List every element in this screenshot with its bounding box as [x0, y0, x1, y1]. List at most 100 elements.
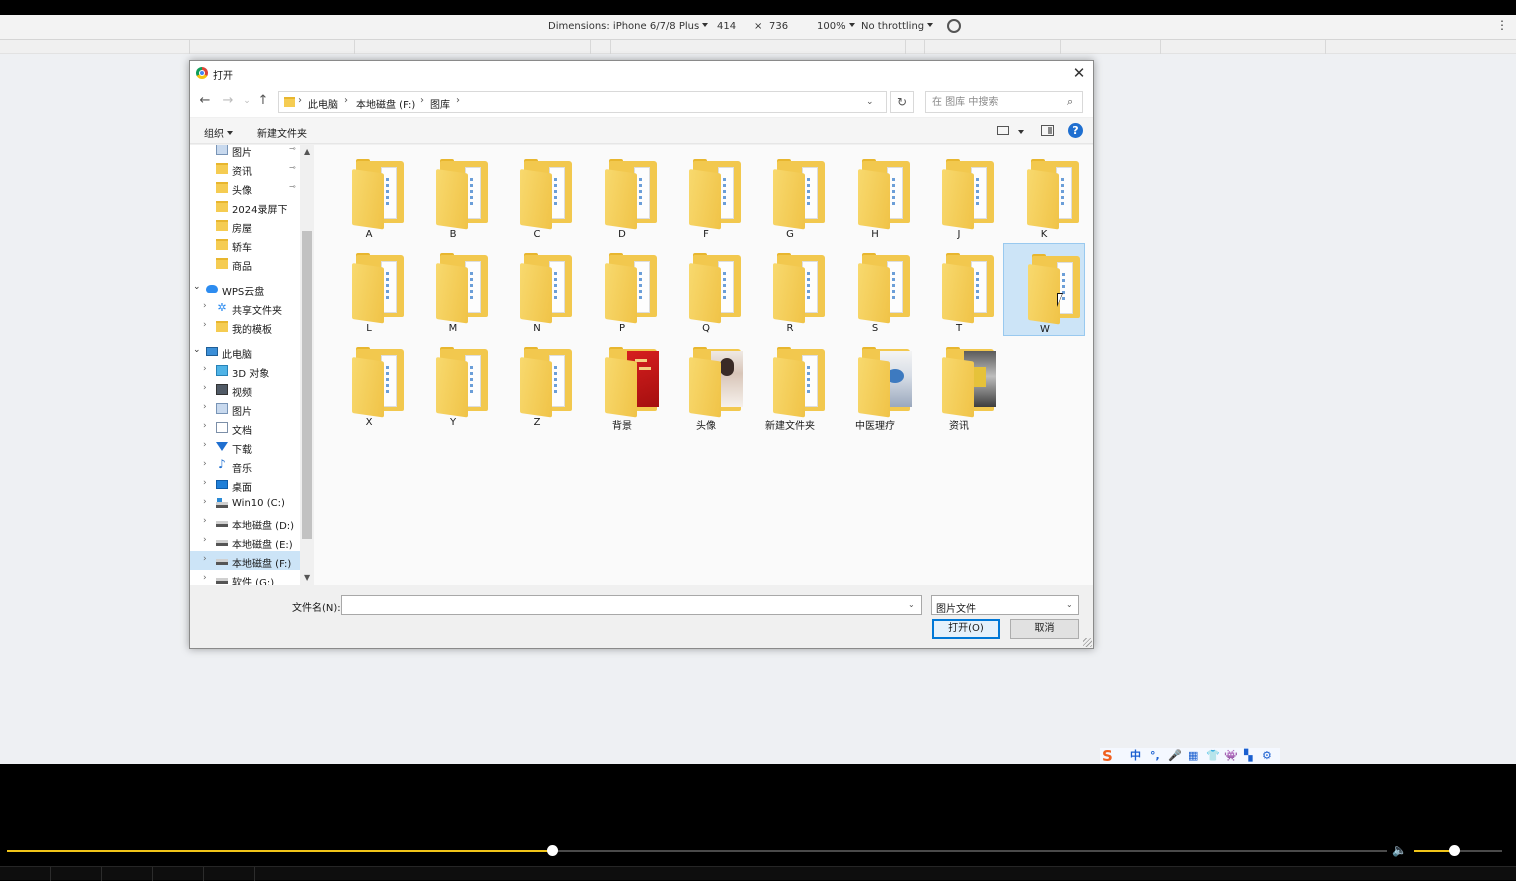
folder-item[interactable]: T [918, 243, 1000, 336]
nav-item[interactable]: › 下载 [190, 437, 300, 456]
breadcrumb-drive-f[interactable]: 本地磁盘 (F:) [356, 96, 415, 111]
image-folder-item[interactable]: 头像 [665, 337, 747, 432]
ime-tools-icon[interactable]: ▚ [1244, 750, 1252, 762]
folder-item[interactable]: P [581, 243, 663, 336]
folder-item[interactable]: X [328, 337, 410, 430]
scrollbar-thumb[interactable] [302, 231, 312, 539]
chevron-right-icon[interactable]: › [203, 440, 207, 450]
preview-pane-icon[interactable] [1041, 125, 1054, 136]
scroll-up-icon[interactable]: ▲ [304, 147, 310, 156]
folder-item[interactable]: K [1003, 149, 1085, 242]
chevron-right-icon[interactable]: › [203, 478, 207, 488]
cancel-button[interactable]: 取消 [1010, 619, 1079, 639]
nav-item[interactable]: › 图片 [190, 399, 300, 418]
nav-item[interactable]: › 桌面 [190, 475, 300, 494]
folder-item[interactable]: Q [665, 243, 747, 336]
nav-item[interactable]: 图片 ⊸ [190, 145, 300, 159]
chevron-down-icon[interactable]: ⌄ [908, 600, 915, 609]
scroll-down-icon[interactable]: ▼ [304, 573, 310, 582]
nav-item[interactable]: › 视频 [190, 380, 300, 399]
ime-keyboard-icon[interactable]: ▦ [1188, 750, 1198, 762]
chevron-right-icon[interactable]: › [203, 535, 207, 545]
device-width-input[interactable]: 414 [717, 21, 736, 32]
folder-item[interactable]: F [665, 149, 747, 242]
folder-item[interactable]: W [1003, 243, 1085, 336]
folder-item[interactable]: J [918, 149, 1000, 242]
back-button[interactable]: ← [197, 93, 213, 109]
filetype-select[interactable]: 图片文件 ⌄ [931, 595, 1079, 615]
nav-item[interactable]: 轿车 [190, 235, 300, 254]
chevron-right-icon[interactable]: › [203, 402, 207, 412]
nav-item[interactable]: 商品 [190, 254, 300, 273]
nav-item[interactable]: 头像 ⊸ [190, 178, 300, 197]
volume-knob[interactable] [1449, 845, 1460, 856]
chevron-right-icon[interactable]: › [203, 320, 207, 330]
image-folder-item[interactable]: 背景 [581, 337, 663, 432]
nav-item[interactable]: ⌄ 此电脑 [190, 342, 300, 361]
image-folder-item[interactable]: 资讯 [918, 337, 1000, 432]
folder-item[interactable]: S [834, 243, 916, 336]
nav-item[interactable]: › 我的模板 [190, 317, 300, 336]
folder-item[interactable]: A [328, 149, 410, 242]
forward-button[interactable]: → [220, 93, 236, 109]
address-history-dropdown[interactable]: ⌄ [866, 97, 874, 107]
nav-item[interactable]: › Win10 (C:) [190, 494, 300, 513]
refresh-button[interactable]: ↻ [890, 91, 914, 113]
ime-voice-icon[interactable]: 🎤 [1168, 750, 1182, 762]
dialog-titlebar[interactable]: 打开 ✕ [190, 61, 1093, 85]
progress-slider[interactable] [7, 845, 1387, 856]
up-button[interactable]: ↑ [255, 93, 271, 109]
device-height-input[interactable]: 736 [769, 21, 788, 32]
folder-item[interactable]: B [412, 149, 494, 242]
search-box[interactable]: ⌕ [925, 91, 1083, 113]
chevron-right-icon[interactable]: › [203, 383, 207, 393]
nav-item[interactable]: 房屋 [190, 216, 300, 235]
chevron-right-icon[interactable]: › [203, 459, 207, 469]
ime-punct-icon[interactable]: °, [1150, 750, 1160, 762]
folder-item[interactable]: 新建文件夹 [749, 337, 831, 432]
folder-item[interactable]: D [581, 149, 663, 242]
search-icon[interactable]: ⌕ [1067, 95, 1073, 109]
chevron-right-icon[interactable]: › [203, 301, 207, 311]
ime-settings-icon[interactable]: ⚙ [1262, 750, 1272, 762]
volume-icon[interactable]: 🔈 [1392, 843, 1407, 857]
zoom-dropdown[interactable]: 100% [817, 21, 855, 32]
filename-input[interactable] [346, 599, 896, 612]
close-button[interactable]: ✕ [1066, 63, 1092, 83]
nav-item[interactable]: › ✲ 共享文件夹 [190, 298, 300, 317]
change-view-icon[interactable] [997, 126, 1009, 135]
organize-button[interactable]: 组织 [204, 125, 233, 140]
ime-mode-icon[interactable]: 中 [1130, 750, 1141, 762]
folder-item[interactable]: Y [412, 337, 494, 430]
nav-item[interactable]: › ♪ 音乐 [190, 456, 300, 475]
folder-item[interactable]: H [834, 149, 916, 242]
folder-item[interactable]: L [328, 243, 410, 336]
nav-item[interactable]: › 本地磁盘 (F:) [190, 551, 300, 570]
chevron-right-icon[interactable]: › [203, 421, 207, 431]
breadcrumb-this-pc[interactable]: 此电脑 [308, 96, 338, 111]
chevron-right-icon[interactable]: › [203, 516, 207, 526]
chevron-right-icon[interactable]: › [203, 497, 207, 507]
nav-item[interactable]: › 本地磁盘 (D:) [190, 513, 300, 532]
nav-item[interactable]: ⌄ WPS云盘 [190, 279, 300, 298]
nav-item[interactable]: › 3D 对象 [190, 361, 300, 380]
chevron-right-icon[interactable]: › [203, 554, 207, 564]
help-icon[interactable]: ? [1068, 123, 1083, 138]
chevron-down-icon[interactable]: ⌄ [193, 282, 201, 292]
device-dimensions-dropdown[interactable]: Dimensions: iPhone 6/7/8 Plus [548, 21, 709, 32]
nav-item[interactable]: › 软件 (G:) [190, 570, 300, 585]
folder-item[interactable]: M [412, 243, 494, 336]
throttling-dropdown[interactable]: No throttling [861, 21, 934, 32]
recent-locations-button[interactable]: ⌄ [239, 93, 255, 109]
folder-item[interactable]: G [749, 149, 831, 242]
nav-item[interactable]: 资讯 ⊸ [190, 159, 300, 178]
folder-item[interactable]: C [496, 149, 578, 242]
resize-grip[interactable] [1083, 638, 1092, 647]
image-folder-item[interactable]: 中医理疗 [834, 337, 916, 432]
ime-game-icon[interactable]: 👾 [1224, 750, 1238, 762]
navigation-scrollbar[interactable]: ▲ ▼ [300, 145, 314, 585]
chevron-right-icon[interactable]: › [203, 364, 207, 374]
more-options-icon[interactable]: ⋮ [1496, 19, 1508, 31]
volume-slider[interactable] [1414, 845, 1502, 856]
filename-combobox[interactable]: ⌄ [341, 595, 922, 615]
